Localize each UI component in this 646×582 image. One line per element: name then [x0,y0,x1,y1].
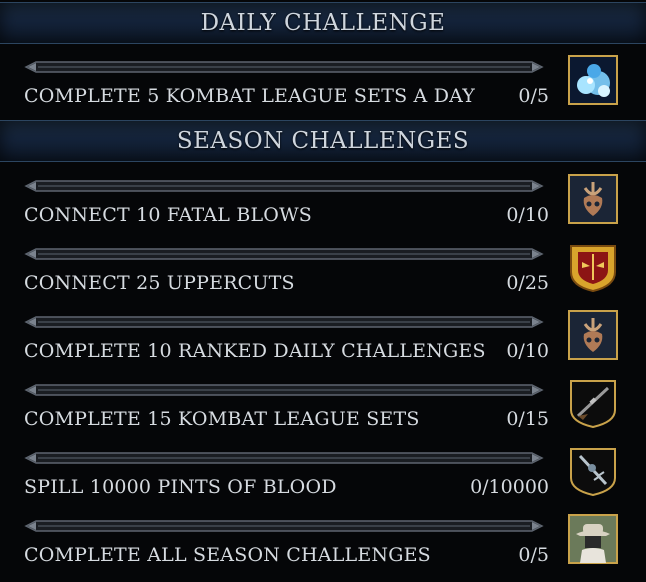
challenge-progress-count: 0/15 [506,408,549,430]
kombat-emblem-icon[interactable] [568,310,618,360]
progress-track [24,452,544,464]
blade-weapon-icon[interactable] [568,446,618,496]
progress-track [24,61,544,73]
daily-challenge-title: DAILY CHALLENGE [200,10,446,36]
progress-track [24,248,544,260]
challenge-row-season-6[interactable]: COMPLETE ALL SEASON CHALLENGES 0/5 [0,514,646,582]
challenge-label: COMPLETE 10 RANKED DAILY CHALLENGES [24,340,486,362]
challenge-row-season-2[interactable]: CONNECT 25 UPPERCUTS 0/25 [0,242,646,310]
kombat-emblem-icon[interactable] [568,174,618,224]
season-challenges-header: SEASON CHALLENGES [0,120,646,162]
challenge-row-season-4[interactable]: COMPLETE 15 KOMBAT LEAGUE SETS 0/15 [0,378,646,446]
challenge-row-season-1[interactable]: CONNECT 10 FATAL BLOWS 0/10 [0,174,646,242]
progress-track [24,316,544,328]
challenge-progress-count: 0/5 [518,85,549,107]
season-challenges-title: SEASON CHALLENGES [176,128,470,154]
challenge-label: CONNECT 25 UPPERCUTS [24,272,295,294]
challenge-row-daily-1[interactable]: COMPLETE 5 KOMBAT LEAGUE SETS A DAY 0/5 [0,55,646,123]
rifle-weapon-icon[interactable] [568,378,618,428]
challenge-progress-count: 0/10 [506,340,549,362]
progress-track [24,520,544,532]
challenge-label: COMPLETE 15 KOMBAT LEAGUE SETS [24,408,420,430]
challenge-label: COMPLETE ALL SEASON CHALLENGES [24,544,431,566]
challenge-progress-count: 0/10000 [470,476,549,498]
challenge-row-season-5[interactable]: SPILL 10000 PINTS OF BLOOD 0/10000 [0,446,646,514]
challenge-row-season-3[interactable]: COMPLETE 10 RANKED DAILY CHALLENGES 0/10 [0,310,646,378]
challenge-progress-count: 0/5 [518,544,549,566]
progress-track [24,180,544,192]
challenge-label: SPILL 10000 PINTS OF BLOOD [24,476,337,498]
progress-track [24,384,544,396]
cowboy-character-icon[interactable] [568,514,618,564]
challenge-progress-count: 0/10 [506,204,549,226]
challenge-label: COMPLETE 5 KOMBAT LEAGUE SETS A DAY [24,85,476,107]
challenge-progress-count: 0/25 [506,272,549,294]
daily-challenge-header: DAILY CHALLENGE [0,2,646,44]
challenge-label: CONNECT 10 FATAL BLOWS [24,204,313,226]
soul-orbs-icon[interactable] [568,55,618,105]
gold-mask-icon[interactable] [568,242,618,292]
